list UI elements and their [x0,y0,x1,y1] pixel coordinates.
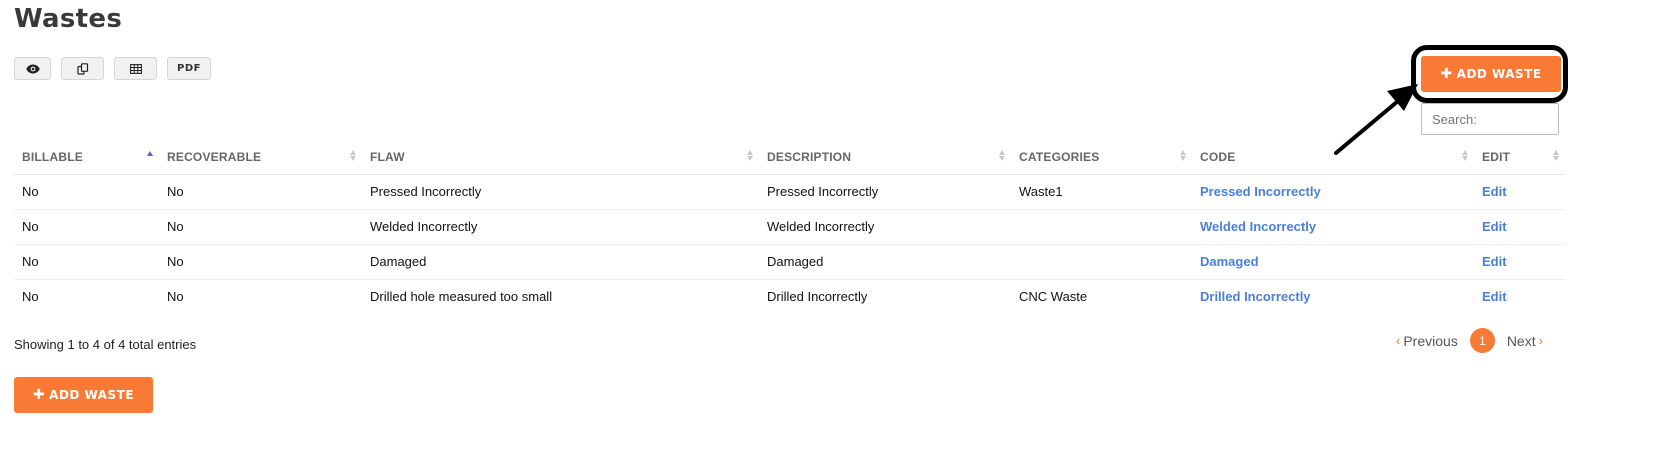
wastes-table: BILLABLE RECOVERABLE FLAW DESCRIPTION CA… [14,140,1565,314]
table-row: No No Damaged Damaged Damaged Edit [14,244,1565,280]
table-icon [129,63,142,74]
table-row: No No Welded Incorrectly Welded Incorrec… [14,209,1565,245]
cell-billable: No [22,289,39,305]
add-waste-button[interactable]: ✚ ADD WASTE [1421,56,1561,92]
export-toolbar: PDF [14,57,211,80]
table-row: No No Pressed Incorrectly Pressed Incorr… [14,174,1565,210]
cell-flaw: Welded Incorrectly [362,209,759,245]
code-link[interactable]: Drilled Incorrectly [1192,279,1474,314]
column-header-recoverable[interactable]: RECOVERABLE [159,140,362,175]
column-header-billable[interactable]: BILLABLE [14,140,159,175]
chevron-left-icon: ‹ [1396,333,1401,348]
csv-export-button[interactable] [114,57,157,80]
code-link[interactable]: Damaged [1192,244,1474,280]
sort-icon [1553,150,1559,161]
cell-recoverable: No [159,244,362,280]
cell-description: Pressed Incorrectly [759,174,1011,210]
sort-icon [747,150,753,161]
cell-description: Damaged [759,244,1011,280]
add-waste-label: ADD WASTE [1456,67,1542,81]
previous-label: Previous [1403,332,1458,349]
add-waste-button-bottom[interactable]: ✚ ADD WASTE [14,377,153,413]
sort-asc-icon [147,151,153,156]
column-header-flaw[interactable]: FLAW [362,140,759,175]
code-link[interactable]: Welded Incorrectly [1192,209,1474,245]
plus-icon: ✚ [1440,66,1453,82]
cell-recoverable: No [159,174,362,210]
add-waste-label: ADD WASTE [49,388,135,402]
cell-flaw: Pressed Incorrectly [362,174,759,210]
plus-icon: ✚ [32,387,46,403]
eye-icon [25,64,40,73]
cell-categories: Waste1 [1011,174,1192,210]
code-link[interactable]: Pressed Incorrectly [1192,174,1474,210]
sort-icon [1462,150,1468,161]
table-info: Showing 1 to 4 of 4 total entries [14,337,197,352]
copy-icon [76,62,88,75]
cell-billable: No [14,209,159,245]
copy-button[interactable] [61,57,104,80]
column-visibility-button[interactable] [14,57,51,80]
edit-link[interactable]: Edit [1474,174,1565,210]
chevron-right-icon: › [1538,333,1543,348]
edit-link[interactable]: Edit [1474,209,1565,245]
edit-link[interactable]: Edit [1474,244,1565,280]
pagination: ‹ Previous 1 Next › [1396,328,1543,353]
cell-flaw: Damaged [362,244,759,280]
search-field[interactable] [1421,103,1559,135]
next-page-button[interactable]: Next › [1507,333,1543,349]
cell-flaw: Drilled hole measured too small [370,289,553,305]
cell-billable: No [14,174,159,210]
cell-categories [1011,209,1192,245]
column-header-edit[interactable]: EDIT [1474,140,1565,175]
sort-icon [999,150,1005,161]
cell-description: Drilled Incorrectly [767,289,868,305]
next-label: Next [1506,332,1536,349]
cell-recoverable: No [159,209,362,245]
column-header-code[interactable]: CODE [1192,140,1474,175]
cell-description: Welded Incorrectly [759,209,1011,245]
previous-page-button[interactable]: ‹ Previous [1396,333,1458,349]
page-1-button[interactable]: 1 [1469,328,1495,353]
edit-link[interactable]: Edit [1474,279,1565,314]
table-row: No No Drilled hole measured too small Dr… [14,279,1565,314]
cell-recoverable: No [167,289,184,305]
cell-categories: CNC Waste [1019,289,1088,305]
column-header-categories[interactable]: CATEGORIES [1011,140,1192,175]
page-title: Wastes [14,4,123,34]
search-input[interactable] [1432,111,1548,127]
table-header-row: BILLABLE RECOVERABLE FLAW DESCRIPTION CA… [14,140,1565,175]
cell-categories [1011,244,1192,280]
sort-icon [1180,150,1186,161]
sort-icon [350,150,356,161]
column-header-description[interactable]: DESCRIPTION [759,140,1011,175]
cell-billable: No [14,244,159,280]
pdf-export-button[interactable]: PDF [167,57,211,80]
